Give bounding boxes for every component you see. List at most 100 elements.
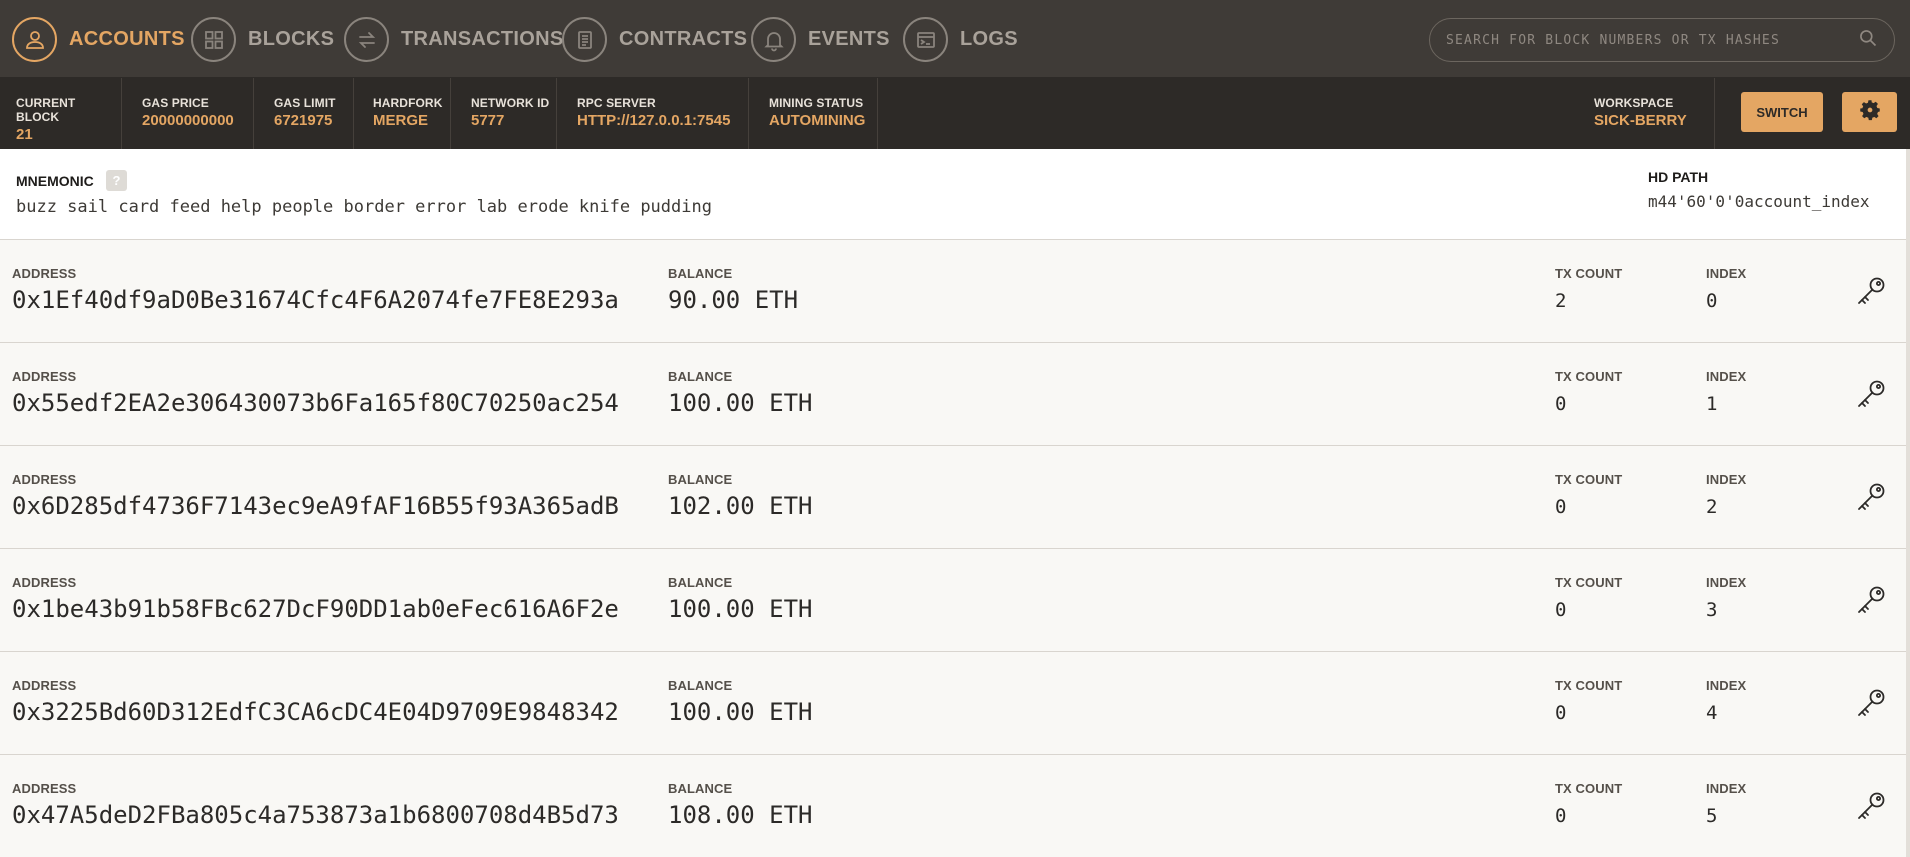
nav-label: ACCOUNTS — [69, 28, 185, 50]
address-label: ADDRESS — [12, 472, 77, 487]
key-icon[interactable] — [1854, 789, 1888, 823]
account-address: 0x3225Bd60D312EdfC3CA6cDC4E04D9709E98483… — [12, 698, 619, 726]
account-row: ADDRESS 0x1be43b91b58FBc627DcF90DD1ab0eF… — [0, 549, 1910, 652]
address-label: ADDRESS — [12, 781, 77, 796]
stat-label: GAS PRICE — [142, 96, 209, 110]
blocks-grid-icon — [191, 17, 236, 62]
account-tx-count: 0 — [1555, 702, 1567, 724]
key-icon[interactable] — [1854, 480, 1888, 514]
account-address: 0x47A5deD2FBa805c4a753873a1b6800708d4B5d… — [12, 801, 619, 829]
nav-logs[interactable]: LOGS — [903, 17, 1018, 62]
network-id-stat: NETWORK ID 5777 — [451, 78, 557, 149]
mnemonic-phrase: buzz sail card feed help people border e… — [16, 197, 712, 217]
account-address: 0x6D285df4736F7143ec9eA9fAF16B55f93A365a… — [12, 492, 619, 520]
tx-count-label: TX COUNT — [1555, 678, 1623, 693]
tx-count-label: TX COUNT — [1555, 472, 1623, 487]
stat-label: CURRENT BLOCK — [16, 96, 76, 124]
key-icon[interactable] — [1854, 377, 1888, 411]
nav-accounts[interactable]: ACCOUNTS — [12, 17, 185, 62]
stat-label: MINING STATUS — [769, 96, 864, 110]
stat-value: HTTP://127.0.0.1:7545 — [577, 112, 731, 129]
divider — [1714, 78, 1715, 149]
mnemonic-panel: MNEMONIC ? buzz sail card feed help peop… — [0, 149, 1910, 240]
stat-label: HARDFORK — [373, 96, 443, 110]
account-tx-count: 0 — [1555, 496, 1567, 518]
index-label: INDEX — [1706, 678, 1747, 693]
nav-transactions[interactable]: TRANSACTIONS — [344, 17, 564, 62]
nav-label: TRANSACTIONS — [401, 28, 564, 50]
search-input[interactable] — [1446, 32, 1858, 48]
account-row: ADDRESS 0x3225Bd60D312EdfC3CA6cDC4E04D97… — [0, 652, 1910, 755]
stat-value: 20000000000 — [142, 112, 234, 129]
address-label: ADDRESS — [12, 678, 77, 693]
account-row: ADDRESS 0x55edf2EA2e306430073b6Fa165f80C… — [0, 343, 1910, 446]
balance-label: BALANCE — [668, 472, 733, 487]
search-icon[interactable] — [1858, 28, 1878, 53]
current-block-stat: CURRENT BLOCK 21 — [0, 78, 122, 149]
index-label: INDEX — [1706, 472, 1747, 487]
nav-contracts[interactable]: CONTRACTS — [562, 17, 747, 62]
person-icon — [12, 17, 57, 62]
balance-label: BALANCE — [668, 266, 733, 281]
tx-count-label: TX COUNT — [1555, 781, 1623, 796]
settings-button[interactable] — [1842, 92, 1897, 132]
account-address: 0x1be43b91b58FBc627DcF90DD1ab0eFec616A6F… — [12, 595, 619, 623]
account-balance: 90.00 ETH — [668, 286, 799, 314]
account-row: ADDRESS 0x47A5deD2FBa805c4a753873a1b6800… — [0, 755, 1910, 857]
account-row: ADDRESS 0x6D285df4736F7143ec9eA9fAF16B55… — [0, 446, 1910, 549]
key-icon[interactable] — [1854, 583, 1888, 617]
switch-workspace-button[interactable]: SWITCH — [1741, 92, 1823, 132]
nav-label: LOGS — [960, 28, 1018, 50]
gas-price-stat: GAS PRICE 20000000000 — [122, 78, 254, 149]
tx-count-label: TX COUNT — [1555, 575, 1623, 590]
account-index: 3 — [1706, 599, 1718, 621]
top-navigation: ACCOUNTS BLOCKS TRANSACTIONS CONTRACTS E… — [0, 0, 1910, 78]
stat-value: AUTOMINING — [769, 112, 866, 129]
account-tx-count: 0 — [1555, 393, 1567, 415]
nav-blocks[interactable]: BLOCKS — [191, 17, 334, 62]
account-index: 4 — [1706, 702, 1718, 724]
index-label: INDEX — [1706, 575, 1747, 590]
stat-value: SICK-BERRY — [1594, 112, 1687, 129]
account-index: 0 — [1706, 290, 1718, 312]
hd-path-value: m44'60'0'0account_index — [1648, 192, 1870, 211]
scrollbar[interactable] — [1906, 149, 1910, 857]
account-tx-count: 2 — [1555, 290, 1567, 312]
account-balance: 100.00 ETH — [668, 698, 813, 726]
nav-label: BLOCKS — [248, 28, 335, 50]
account-balance: 100.00 ETH — [668, 389, 813, 417]
status-bar: CURRENT BLOCK 21 GAS PRICE 20000000000 G… — [0, 78, 1910, 149]
gear-icon — [1857, 97, 1883, 128]
document-icon — [562, 17, 607, 62]
account-balance: 108.00 ETH — [668, 801, 813, 829]
key-icon[interactable] — [1854, 274, 1888, 308]
nav-events[interactable]: EVENTS — [751, 17, 890, 62]
mining-status-stat: MINING STATUS AUTOMINING — [749, 78, 878, 149]
search-bar — [1429, 18, 1895, 62]
balance-label: BALANCE — [668, 781, 733, 796]
account-balance: 102.00 ETH — [668, 492, 813, 520]
stat-label: RPC SERVER — [577, 96, 656, 110]
help-icon[interactable]: ? — [106, 170, 127, 191]
address-label: ADDRESS — [12, 575, 77, 590]
tx-count-label: TX COUNT — [1555, 266, 1623, 281]
account-address: 0x55edf2EA2e306430073b6Fa165f80C70250ac2… — [12, 389, 619, 417]
stat-value: 21 — [16, 126, 33, 143]
accounts-list: ADDRESS 0x1Ef40df9aD0Be31674Cfc4F6A2074f… — [0, 240, 1910, 857]
workspace-stat: WORKSPACE SICK-BERRY — [1594, 78, 1714, 149]
balance-label: BALANCE — [668, 369, 733, 384]
account-index: 1 — [1706, 393, 1718, 415]
key-icon[interactable] — [1854, 686, 1888, 720]
stat-value: 5777 — [471, 112, 505, 129]
index-label: INDEX — [1706, 266, 1747, 281]
swap-arrows-icon — [344, 17, 389, 62]
nav-label: EVENTS — [808, 28, 890, 50]
account-index: 2 — [1706, 496, 1718, 518]
stat-value: MERGE — [373, 112, 429, 129]
stat-value: 6721975 — [274, 112, 333, 129]
stat-label: GAS LIMIT — [274, 96, 336, 110]
tx-count-label: TX COUNT — [1555, 369, 1623, 384]
nav-label: CONTRACTS — [619, 28, 748, 50]
account-tx-count: 0 — [1555, 599, 1567, 621]
account-tx-count: 0 — [1555, 805, 1567, 827]
